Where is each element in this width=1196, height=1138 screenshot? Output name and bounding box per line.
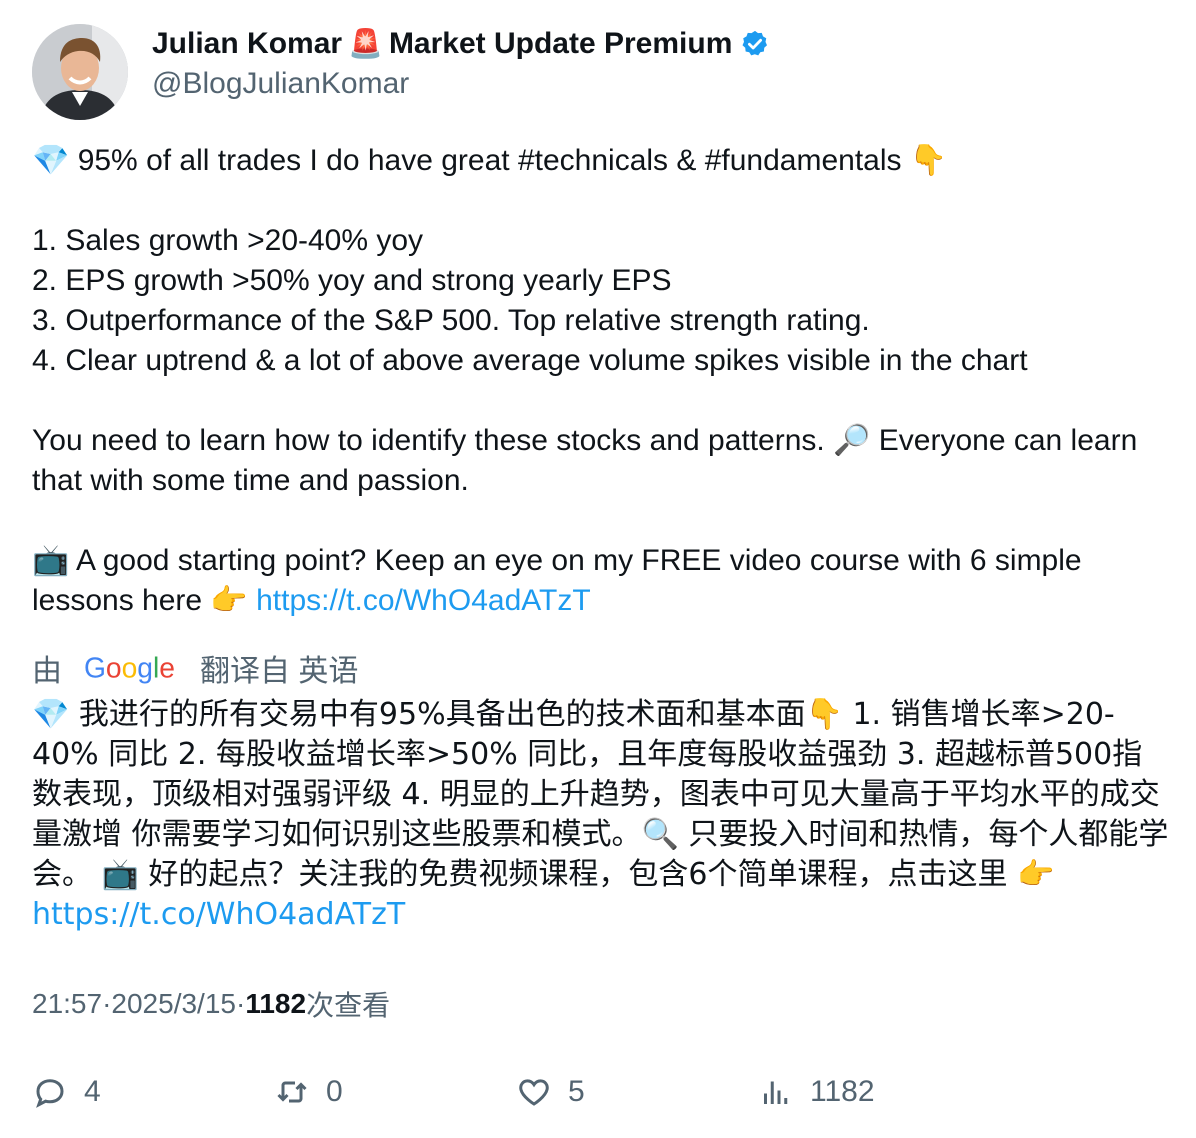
translated-text: 💎 我进行的所有交易中有95%具备出色的技术面和基本面👇 1. 销售增长率>20… — [32, 695, 1172, 935]
like-count: 5 — [568, 1075, 585, 1108]
display-name[interactable]: Julian Komar 🚨 Market Update Premium — [152, 26, 770, 62]
tweet-header: Julian Komar 🚨 Market Update Premium @Bl… — [32, 24, 770, 120]
translated-text-content: 💎 我进行的所有交易中有95%具备出色的技术面和基本面👇 1. 销售增长率>20… — [32, 697, 1169, 892]
repost-button[interactable]: 0 — [274, 1072, 343, 1112]
views-action-count: 1182 — [810, 1075, 875, 1108]
tweet-date[interactable]: 2025/3/15 — [111, 988, 236, 1020]
tweet-text: 💎 95% of all trades I do have great #tec… — [32, 141, 1172, 621]
repost-icon — [277, 1081, 307, 1103]
action-bar: 4 0 5 1182 — [32, 1072, 1172, 1112]
display-name-suffix: Market Update Premium — [388, 27, 733, 60]
google-logo-icon: Google — [84, 652, 175, 683]
heart-icon — [519, 1079, 549, 1106]
meta-separator: · — [235, 988, 246, 1019]
display-name-text: Julian Komar — [152, 27, 343, 60]
tweet-text-content: 💎 95% of all trades I do have great #tec… — [32, 144, 1138, 617]
tweet-meta: 21:57 · 2025/3/15 · 1182 次查看 — [32, 984, 390, 1024]
svg-text:Google: Google — [84, 652, 175, 683]
avatar-image — [32, 24, 128, 120]
translation-bar: 由 Google 翻译自 英语 — [32, 648, 358, 688]
reply-count: 4 — [84, 1075, 101, 1108]
verified-badge-icon[interactable] — [740, 29, 770, 59]
author-handle[interactable]: @BlogJulianKomar — [152, 66, 770, 102]
siren-emoji: 🚨 — [348, 27, 383, 60]
translated-link[interactable]: https://t.co/WhO4adATzT — [32, 897, 405, 932]
author-names: Julian Komar 🚨 Market Update Premium @Bl… — [152, 24, 770, 120]
tweet-time[interactable]: 21:57 — [32, 988, 102, 1020]
repost-count: 0 — [326, 1075, 343, 1108]
reply-button[interactable]: 4 — [32, 1072, 101, 1112]
translated-from-label[interactable]: 翻译自 英语 — [200, 646, 358, 690]
reply-icon — [36, 1079, 64, 1108]
views-count: 1182 — [245, 988, 307, 1019]
views-button[interactable]: 1182 — [758, 1072, 875, 1112]
avatar[interactable] — [32, 24, 128, 120]
meta-separator: · — [102, 988, 112, 1019]
views-label: 次查看 — [306, 990, 391, 1021]
like-button[interactable]: 5 — [516, 1072, 585, 1112]
translated-by-label: 由 — [32, 655, 62, 688]
tweet-link[interactable]: https://t.co/WhO4adATzT — [256, 584, 591, 617]
analytics-icon — [764, 1081, 788, 1104]
tweet: Julian Komar 🚨 Market Update Premium @Bl… — [0, 0, 1196, 1138]
